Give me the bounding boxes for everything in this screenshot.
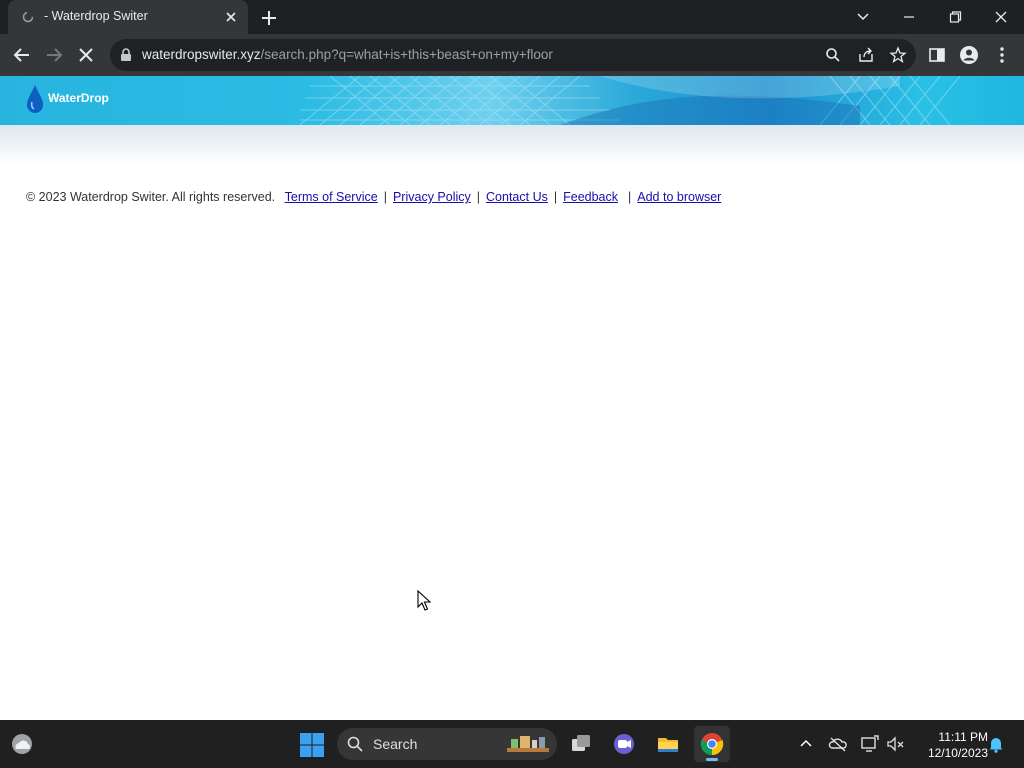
onedrive-offline-icon[interactable] — [828, 734, 848, 754]
new-tab-icon[interactable] — [258, 7, 280, 29]
site-header-banner: WaterDrop — [0, 76, 1024, 125]
close-tab-icon[interactable] — [222, 8, 240, 26]
file-explorer-button[interactable] — [650, 726, 686, 762]
browser-toolbar: waterdropswiter.xyz/search.php?q=what+is… — [0, 34, 1024, 76]
header-shadow — [0, 125, 1024, 165]
close-window-icon[interactable] — [989, 5, 1013, 29]
lock-icon[interactable] — [120, 48, 132, 62]
contact-us-link[interactable]: Contact Us — [486, 190, 548, 204]
tab-title: - Waterdrop Switer — [44, 9, 148, 23]
address-bar[interactable]: waterdropswiter.xyz/search.php?q=what+is… — [110, 39, 916, 71]
terms-of-service-link[interactable]: Terms of Service — [285, 190, 378, 204]
loading-favicon-icon — [22, 11, 34, 23]
kebab-menu-icon[interactable] — [991, 44, 1013, 66]
browser-title-bar: - Waterdrop Switer — [0, 0, 1024, 34]
header-mesh-pattern — [299, 76, 961, 125]
notification-bell-icon[interactable] — [986, 734, 1006, 754]
url-path: /search.php?q=what+is+this+beast+on+my+f… — [260, 47, 553, 62]
taskbar-search-box[interactable]: Search — [337, 728, 557, 760]
footer-separator: | — [628, 190, 632, 204]
task-view-icon — [572, 735, 590, 751]
restore-icon[interactable] — [943, 5, 967, 29]
url-text[interactable]: waterdropswiter.xyz/search.php?q=what+is… — [142, 47, 553, 62]
footer-separator: | — [553, 190, 558, 204]
bookmark-star-icon[interactable] — [888, 45, 908, 65]
windows-taskbar: Search 11:11 PM 12/10/2023 — [0, 720, 1024, 768]
search-icon — [347, 736, 363, 752]
clock-time: 11:11 PM — [938, 730, 988, 744]
water-drop-icon — [27, 85, 43, 113]
zoom-search-icon[interactable] — [823, 45, 843, 65]
back-icon[interactable] — [10, 43, 34, 67]
add-to-browser-link[interactable]: Add to browser — [637, 190, 721, 204]
mouse-pointer-icon — [417, 590, 431, 611]
system-clock[interactable]: 11:11 PM 12/10/2023 — [912, 729, 988, 761]
url-host: waterdropswiter.xyz — [142, 47, 261, 62]
privacy-policy-link[interactable]: Privacy Policy — [393, 190, 471, 204]
chrome-icon — [700, 733, 724, 756]
browser-tab[interactable]: - Waterdrop Switer — [8, 0, 248, 34]
teams-chat-icon — [614, 734, 634, 754]
chrome-taskbar-button[interactable] — [694, 726, 730, 762]
stop-loading-icon[interactable] — [74, 43, 98, 67]
profile-icon[interactable] — [958, 44, 980, 66]
taskbar-search-label: Search — [373, 736, 418, 752]
teams-chat-button[interactable] — [606, 726, 642, 762]
search-highlight-illustration-icon — [507, 736, 549, 752]
footer-separator: | — [476, 190, 481, 204]
clock-date: 12/10/2023 — [927, 746, 988, 760]
minimize-icon[interactable] — [897, 5, 921, 29]
footer-separator: | — [383, 190, 387, 204]
feedback-link[interactable]: Feedback — [563, 190, 618, 204]
task-view-button[interactable] — [563, 726, 599, 762]
forward-icon[interactable] — [42, 43, 66, 67]
tab-search-chevron-icon[interactable] — [851, 5, 875, 29]
logo-text: WaterDrop — [48, 91, 109, 105]
file-explorer-icon — [658, 738, 678, 752]
network-display-icon[interactable] — [860, 734, 880, 754]
show-hidden-icons-chevron-icon[interactable] — [796, 734, 816, 754]
copyright-text: © 2023 Waterdrop Switer. All rights rese… — [26, 190, 276, 204]
side-panel-icon[interactable] — [926, 44, 948, 66]
share-icon[interactable] — [856, 45, 876, 65]
site-footer: © 2023 Waterdrop Switer. All rights rese… — [26, 190, 721, 204]
volume-muted-icon[interactable] — [886, 734, 906, 754]
windows-start-icon[interactable] — [299, 732, 325, 758]
weather-cloudy-icon[interactable] — [10, 732, 36, 756]
